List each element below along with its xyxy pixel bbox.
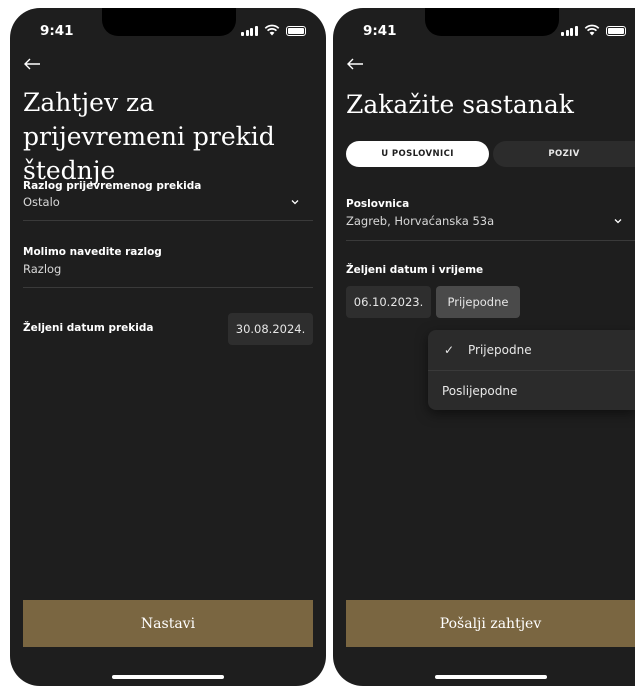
- send-request-button[interactable]: Pošalji zahtjev: [346, 600, 635, 647]
- explain-label: Molimo navedite razlog: [23, 246, 162, 258]
- signal-icon: [241, 25, 258, 36]
- status-icons: [561, 24, 626, 36]
- tab-call[interactable]: POZIV: [493, 141, 635, 167]
- device-notch: [102, 8, 236, 36]
- home-indicator: [112, 675, 224, 679]
- phone-screen-schedule-meeting: 9:41 Zakažite sastanak U POSLOVNICI POZI…: [333, 8, 635, 686]
- wifi-icon: [264, 24, 279, 36]
- date-label: Željeni datum prekida: [23, 322, 154, 334]
- tab-in-branch[interactable]: U POSLOVNICI: [346, 141, 489, 167]
- home-indicator: [435, 675, 547, 679]
- dropdown-option-label: Prijepodne: [468, 343, 532, 357]
- phone-screen-early-termination: 9:41 Zahtjev za prijevremeni prekid šted…: [10, 8, 326, 686]
- device-notch: [425, 8, 559, 36]
- reason-text-input[interactable]: Razlog: [23, 262, 61, 276]
- back-arrow-icon[interactable]: [345, 56, 365, 72]
- meeting-time-button[interactable]: Prijepodne: [436, 286, 520, 318]
- dropdown-option-label: Poslijepodne: [442, 384, 518, 398]
- datetime-label: Željeni datum i vrijeme: [346, 264, 484, 276]
- signal-icon: [561, 25, 578, 36]
- dropdown-option-afternoon[interactable]: Poslijepodne: [428, 371, 635, 411]
- chevron-down-icon[interactable]: [614, 218, 622, 224]
- status-icons: [241, 24, 306, 36]
- page-title: Zahtjev za prijevremeni prekid štednje: [23, 88, 275, 185]
- divider: [23, 287, 313, 288]
- battery-icon: [605, 26, 626, 36]
- dropdown-option-morning[interactable]: ✓ Prijepodne: [428, 330, 635, 370]
- divider: [346, 240, 635, 241]
- battery-icon: [285, 26, 306, 36]
- status-time: 9:41: [40, 23, 74, 39]
- branch-label: Poslovnica: [346, 198, 410, 210]
- meeting-date-button[interactable]: 06.10.2023.: [346, 286, 431, 318]
- termination-date-button[interactable]: 30.08.2024.: [228, 313, 313, 345]
- time-dropdown-menu: ✓ Prijepodne Poslijepodne: [428, 330, 635, 410]
- back-arrow-icon[interactable]: [22, 56, 42, 72]
- chevron-down-icon[interactable]: [291, 199, 299, 205]
- wifi-icon: [584, 24, 599, 36]
- continue-button[interactable]: Nastavi: [23, 600, 313, 647]
- page-title: Zakažite sastanak: [346, 90, 574, 119]
- reason-label: Razlog prijevremenog prekida: [23, 180, 202, 192]
- reason-select[interactable]: Ostalo: [23, 195, 60, 209]
- branch-select[interactable]: Zagreb, Horvaćanska 53a: [346, 214, 494, 228]
- divider: [23, 220, 313, 221]
- check-icon: ✓: [443, 343, 454, 357]
- status-time: 9:41: [363, 23, 397, 39]
